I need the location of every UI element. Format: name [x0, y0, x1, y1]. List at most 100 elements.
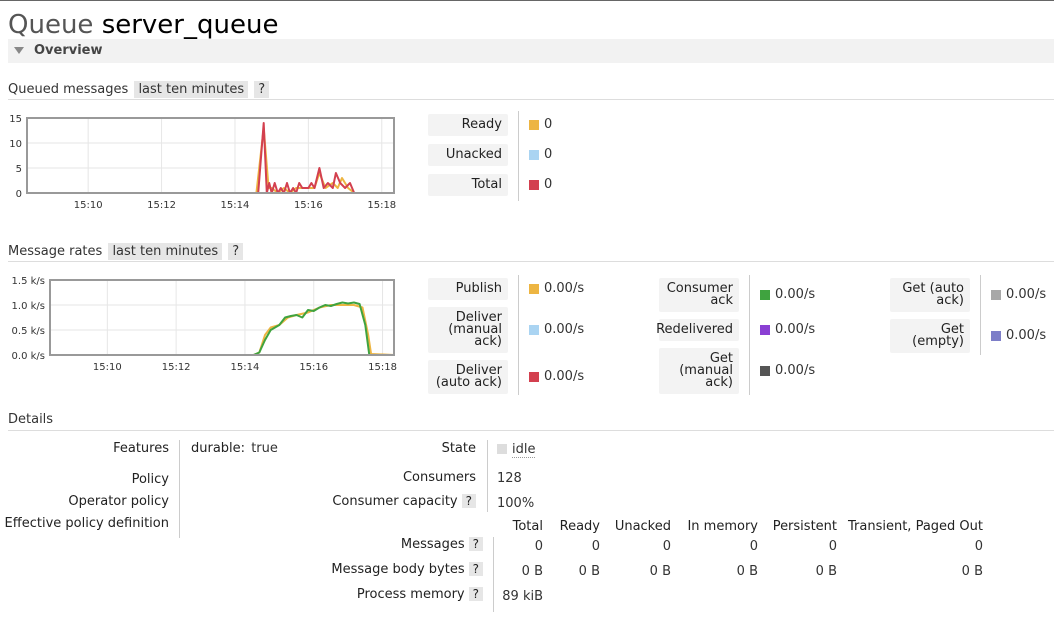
bytes-in-memory: 0 B: [736, 564, 758, 579]
overview-label: Overview: [34, 43, 103, 58]
y-tick-label: 1.5 k/s: [12, 276, 45, 287]
messages-transient: 0: [974, 539, 983, 554]
queued-legend-item-swatch: [529, 180, 539, 190]
messages-persistent: 0: [828, 539, 837, 554]
queued-legend-item-swatch: [529, 120, 539, 130]
rates-legend-item-swatch: [529, 372, 539, 382]
rates-legend-item-swatch: [991, 290, 1001, 300]
rates-range-button[interactable]: last ten minutes: [108, 243, 223, 260]
messages-label-text: Messages: [400, 537, 465, 552]
queued-divider: [8, 99, 1054, 100]
state-label: State: [441, 441, 476, 456]
bytes-persistent: 0 B: [815, 564, 837, 579]
rates-legend3-separator: [980, 275, 981, 355]
details-divider: [8, 430, 1054, 431]
x-tick-label: 15:18: [368, 362, 397, 373]
process-memory-row-label: Process memory?: [300, 587, 483, 602]
messages-in-memory: 0: [749, 539, 758, 554]
message-rates-title: Message rates: [8, 244, 103, 259]
consumer-capacity-label: Consumer capacity?: [300, 494, 476, 509]
page-title: Queue server_queue: [8, 10, 278, 40]
rates-legend1-separator: [518, 275, 519, 395]
bytes-unacked: 0 B: [649, 564, 671, 579]
consumer-capacity-text: Consumer capacity: [332, 494, 458, 509]
operator-policy-label: Operator policy: [68, 494, 169, 509]
capacity-help-button[interactable]: ?: [461, 494, 476, 508]
queued-messages-title: Queued messages: [8, 82, 129, 97]
queued-range-button[interactable]: last ten minutes: [134, 81, 249, 98]
x-tick-label: 15:10: [93, 362, 122, 373]
y-tick-label: 15: [9, 114, 22, 125]
x-tick-label: 15:12: [162, 362, 191, 373]
details-title: Details: [8, 412, 54, 427]
queued-legend-item-label[interactable]: Unacked: [428, 144, 508, 166]
rates-legend-item-label[interactable]: Get (auto ack): [890, 278, 970, 312]
message-rates-chart: 0.0 k/s 0.5 k/s 1.0 k/s 1.5 k/s 15:10 15:12 15…: [12, 276, 397, 373]
details-mid-separator: [487, 440, 488, 512]
feature-key: durable:: [191, 441, 246, 456]
col-ready: Ready: [559, 519, 600, 534]
rates-legend-item-swatch: [991, 331, 1001, 341]
plot-background: [50, 280, 394, 355]
consumers-label: Consumers: [402, 470, 476, 485]
x-tick-label: 15:14: [221, 200, 250, 211]
col-transient: Transient, Paged Out: [848, 519, 983, 534]
queue-name: server_queue: [101, 10, 279, 40]
bytes-transient: 0 B: [961, 564, 983, 579]
rates-legend-item-value: 0.00/s: [1006, 328, 1047, 343]
x-tick-label: 15:10: [74, 200, 103, 211]
messages-help-button[interactable]: ?: [468, 537, 483, 551]
rates-legend-item-swatch: [529, 284, 539, 294]
rates-legend-item-label[interactable]: Redelivered: [656, 319, 739, 341]
col-total: Total: [512, 519, 543, 534]
rates-legend-item-value: 0.00/s: [544, 322, 585, 337]
messages-total: 0: [534, 539, 543, 554]
process-memory-value: 89 kiB: [502, 589, 543, 604]
collapse-triangle-icon: [14, 47, 24, 54]
rates-legend-item-label[interactable]: Deliver (manual ack): [428, 307, 508, 353]
state-indicator-icon: [497, 444, 507, 454]
rates-legend-item-value: 0.00/s: [544, 281, 585, 296]
top-divider: [0, 0, 1054, 1]
x-tick-label: 15:18: [367, 200, 396, 211]
feature-durable: durable: true: [191, 441, 278, 456]
x-tick-label: 15:12: [147, 200, 176, 211]
x-tick-label: 15:14: [231, 362, 260, 373]
state-text: idle: [512, 442, 536, 458]
rates-legend-item-label[interactable]: Consumer ack: [659, 278, 739, 312]
state-value: idle: [497, 442, 536, 458]
y-tick-label: 0.5 k/s: [12, 326, 45, 337]
rates-legend-item-value: 0.00/s: [775, 322, 816, 337]
rates-legend-item-swatch: [760, 325, 770, 335]
x-tick-label: 15:16: [294, 200, 323, 211]
page-title-word: Queue: [8, 10, 94, 40]
message-rates-header: Message rates last ten minutes ?: [8, 243, 244, 260]
queued-messages-chart: 0 5 10 15 15:10 15:12 15:14 15:16 15:18: [9, 114, 396, 211]
rates-legend-item-swatch: [760, 290, 770, 300]
queued-legend-separator: [518, 111, 519, 201]
queued-help-button[interactable]: ?: [254, 81, 270, 98]
col-in-memory: In memory: [687, 519, 758, 534]
body-bytes-help-button[interactable]: ?: [468, 562, 483, 576]
y-tick-label: 0.0 k/s: [12, 351, 45, 362]
y-tick-label: 1.0 k/s: [12, 301, 45, 312]
rates-legend-item-label[interactable]: Get (empty): [890, 319, 970, 353]
queued-legend-item-label[interactable]: Total: [428, 174, 508, 196]
process-memory-help-button[interactable]: ?: [468, 587, 483, 601]
rates-legend-item-value: 0.00/s: [775, 363, 816, 378]
bytes-total: 0 B: [521, 564, 543, 579]
rates-legend-item-swatch: [529, 325, 539, 335]
process-memory-label-text: Process memory: [356, 587, 465, 602]
overview-section-toggle[interactable]: Overview: [8, 39, 1054, 63]
rates-legend-item-value: 0.00/s: [544, 369, 585, 384]
queued-legend-item-swatch: [529, 150, 539, 160]
rates-legend-item-label[interactable]: Get (manual ack): [659, 348, 739, 394]
rates-help-button[interactable]: ?: [228, 243, 244, 260]
feature-value: true: [251, 441, 278, 456]
queued-legend-item-label[interactable]: Ready: [428, 114, 508, 136]
rates-legend-item-label[interactable]: Publish: [428, 278, 508, 300]
y-tick-label: 0: [16, 189, 22, 200]
col-persistent: Persistent: [772, 519, 837, 534]
rates-legend-item-label[interactable]: Deliver (auto ack): [428, 360, 508, 394]
y-tick-label: 10: [9, 139, 22, 150]
